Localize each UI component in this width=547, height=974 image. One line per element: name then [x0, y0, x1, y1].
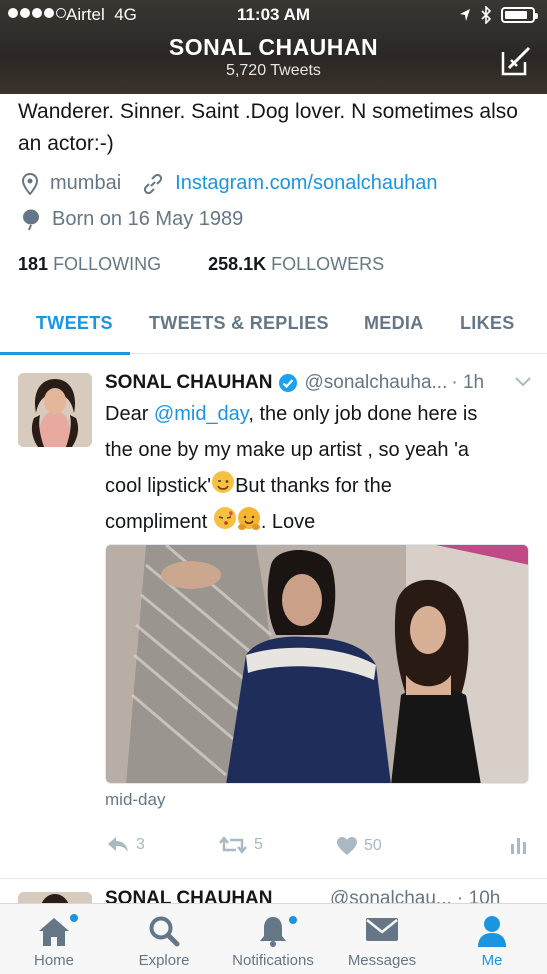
analytics-icon [511, 838, 526, 854]
profile-meta-location: mumbai Instagram.com/sonalchauhan [22, 172, 438, 195]
tweet-media-photo[interactable] [105, 544, 529, 784]
person-icon [478, 916, 506, 947]
location-arrow-icon [460, 9, 470, 21]
tabbar-me-label: Me [481, 952, 503, 969]
tabbar-explore[interactable]: Explore [114, 904, 214, 974]
kiss-emoji-icon [213, 507, 236, 529]
tweet-divider [0, 878, 547, 879]
tab-tweets-and-replies[interactable]: TWEETS & REPLIES [149, 313, 329, 334]
analytics-button[interactable] [510, 836, 528, 854]
tweet-author-handle[interactable]: @sonalchauha... [304, 372, 447, 394]
reply-icon [108, 837, 128, 852]
avatar[interactable] [18, 373, 92, 447]
profile-meta-birthday: Born on 16 May 1989 [22, 208, 243, 231]
tabbar-explore-label: Explore [138, 952, 190, 969]
verified-badge-icon [279, 374, 298, 392]
tabbar-me[interactable]: Me [442, 904, 542, 974]
reply-count: 3 [136, 836, 145, 853]
bell-icon [260, 917, 286, 947]
tweet-author-name[interactable]: SONAL CHAUHAN [105, 372, 272, 394]
header-title: SONAL CHAUHAN [168, 34, 379, 60]
home-icon [39, 918, 69, 946]
tabbar-home-label: Home [33, 952, 74, 969]
profile-birthday: Born on 16 May 1989 [52, 208, 244, 230]
balloon-icon [23, 209, 39, 230]
like-button[interactable]: 50 [336, 836, 382, 856]
heart-icon [337, 837, 357, 855]
chevron-down-icon[interactable] [515, 377, 531, 387]
tweet-timestamp: · 1h [451, 372, 485, 393]
hugging-emoji-icon [237, 507, 260, 530]
notifications-dot [289, 916, 297, 924]
location-pin-icon [22, 172, 38, 195]
profile-location: mumbai [50, 172, 122, 194]
home-notification-dot [70, 914, 78, 922]
tabbar-notifications[interactable]: Notifications [223, 904, 323, 974]
bottom-tab-bar: Home Explore Notifications Messages Me [0, 903, 547, 974]
reply-button[interactable]: 3 [106, 836, 145, 854]
profile-website-link[interactable]: Instagram.com/sonalchauhan [175, 172, 437, 195]
tweet-text: Dear @mid_day, the only job done here is… [105, 403, 478, 533]
tab-media[interactable]: MEDIA [364, 313, 424, 334]
profile-bio: Wanderer. Sinner. Saint .Dog lover. N so… [18, 100, 518, 155]
tabbar-messages[interactable]: Messages [332, 904, 432, 974]
retweet-icon [219, 836, 247, 854]
tweet-author: SONAL CHAUHAN @sonalchauha... · 1h [105, 372, 530, 394]
media-source-label[interactable]: mid-day [105, 790, 165, 810]
tweet-mention-link[interactable]: @mid_day [154, 403, 248, 425]
tweet-actions: 3 5 50 [0, 836, 547, 860]
tabbar-home[interactable]: Home [4, 904, 104, 974]
tab-likes[interactable]: LIKES [460, 313, 515, 334]
follow-stats: 181 FOLLOWING 258.1K FOLLOWERS [18, 254, 384, 275]
followers-link[interactable]: 258.1K FOLLOWERS [208, 254, 384, 274]
link-icon [144, 173, 163, 194]
following-link[interactable]: 181 FOLLOWING [18, 254, 161, 274]
wink-emoji-icon [212, 471, 235, 493]
tabbar-messages-label: Messages [347, 952, 417, 969]
status-bar: Airtel 4G 11:03 AM [0, 0, 547, 30]
header-tweet-count: 5,720 Tweets [226, 62, 321, 79]
retweet-count: 5 [254, 836, 263, 853]
retweet-button[interactable]: 5 [218, 836, 263, 854]
tab-tweets[interactable]: TWEETS [36, 313, 113, 334]
profile-tabs: TWEETS TWEETS & REPLIES MEDIA LIKES [0, 296, 547, 355]
tabbar-notifications-label: Notifications [232, 952, 314, 969]
active-tab-indicator [0, 352, 130, 355]
like-count: 50 [364, 837, 382, 854]
compose-icon[interactable] [499, 44, 533, 78]
profile-header: Airtel 4G 11:03 AM SONAL CHAUHAN 5,720 T… [0, 0, 547, 94]
bluetooth-icon [481, 6, 491, 24]
search-icon [149, 916, 180, 947]
envelope-icon [366, 918, 398, 941]
battery-icon [501, 7, 538, 23]
